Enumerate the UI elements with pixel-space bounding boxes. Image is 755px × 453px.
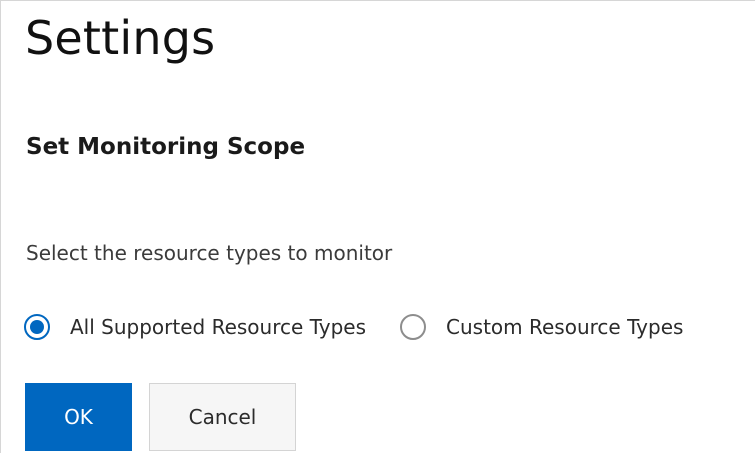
radio-checked-icon[interactable]	[24, 314, 50, 340]
radio-unchecked-icon[interactable]	[400, 314, 427, 340]
page-title: Settings	[25, 11, 216, 65]
radio-label-custom: Custom Resource Types	[446, 315, 684, 339]
ok-button[interactable]: OK	[25, 383, 132, 451]
radio-dot	[30, 320, 44, 334]
cancel-button[interactable]: Cancel	[149, 383, 296, 451]
radio-option-custom[interactable]: Custom Resource Types	[400, 314, 683, 340]
section-title: Set Monitoring Scope	[26, 134, 306, 160]
resource-type-radio-group: All Supported Resource Types Custom Reso…	[24, 309, 683, 345]
radio-label-all-supported: All Supported Resource Types	[70, 315, 367, 339]
resource-types-prompt: Select the resource types to monitor	[26, 241, 393, 265]
radio-option-all-supported[interactable]: All Supported Resource Types	[24, 314, 366, 340]
settings-panel: Settings Set Monitoring Scope Select the…	[0, 0, 755, 453]
